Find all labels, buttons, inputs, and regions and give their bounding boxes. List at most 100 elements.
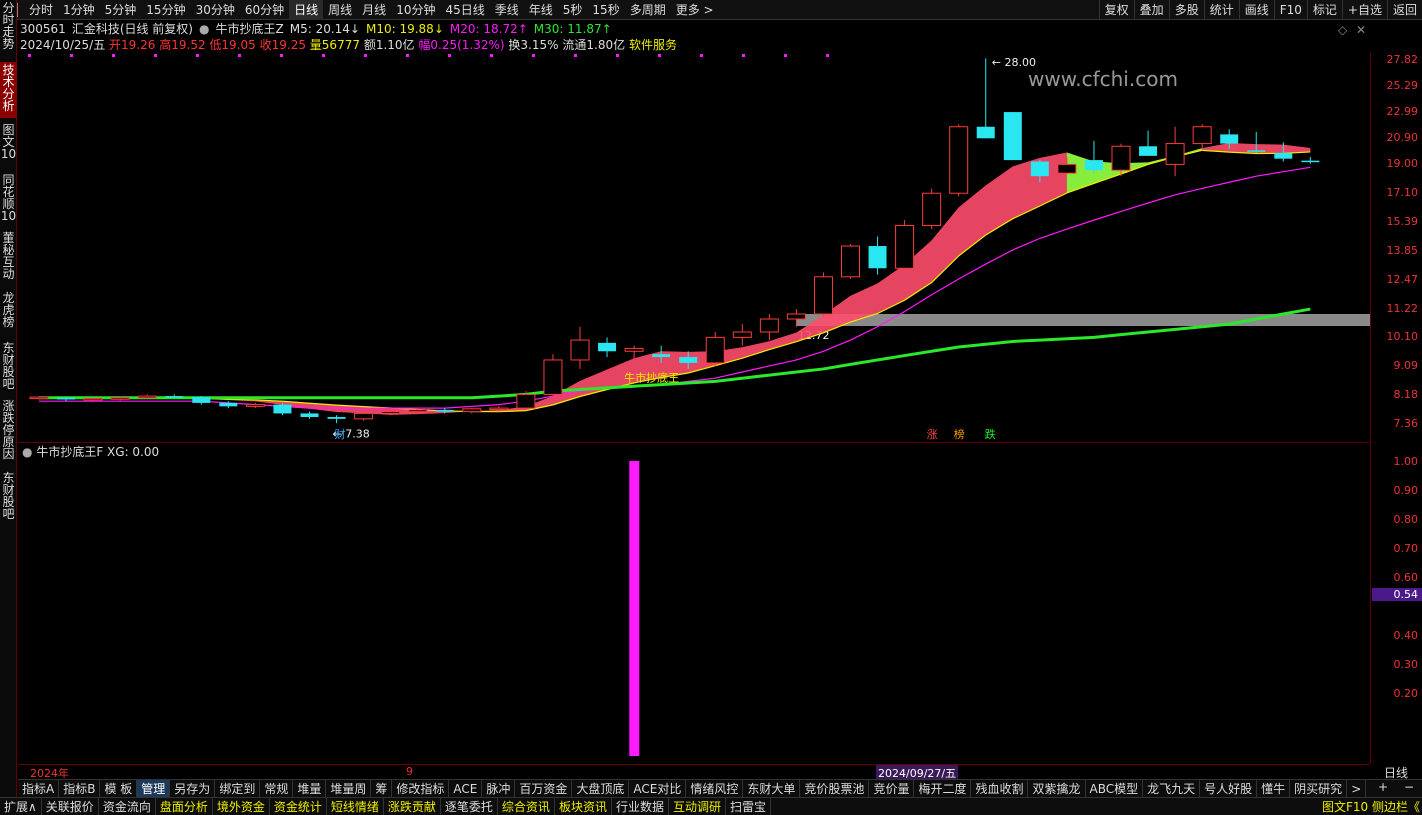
bottom-tab-1[interactable]: 关联报价 — [42, 798, 99, 815]
tool-0[interactable]: 复权 — [1098, 0, 1134, 20]
signal-dot — [700, 54, 703, 57]
side-tab-0[interactable]: 分时走势 — [0, 0, 17, 58]
bottom-tab-8[interactable]: 逐笔委托 — [441, 798, 498, 815]
price-tick-2: 22.99 — [1386, 105, 1419, 119]
side-tab-4[interactable]: 董秘互动 — [0, 230, 17, 282]
tool-5[interactable]: F10 — [1273, 0, 1307, 20]
period-12[interactable]: 年线 — [524, 0, 558, 20]
indicator-tab-5[interactable]: 绑定到 — [215, 780, 261, 797]
indicator-tab-2[interactable]: 模 板 — [100, 780, 138, 797]
period-6[interactable]: 日线 — [289, 0, 324, 20]
diamond-icon[interactable]: ◇ — [1338, 23, 1347, 37]
bottom-tab-4[interactable]: 境外资金 — [213, 798, 270, 815]
indicator-dot-icon[interactable]: ● — [199, 22, 209, 36]
period-9[interactable]: 10分钟 — [391, 0, 440, 20]
candle-body — [705, 336, 725, 364]
period-5[interactable]: 60分钟 — [240, 0, 289, 20]
tool-6[interactable]: 标记 — [1306, 0, 1342, 20]
side-tab-2[interactable]: 图文10 — [0, 122, 17, 166]
signal-dot — [490, 54, 493, 57]
bottom-tab-10[interactable]: 板块资讯 — [555, 798, 612, 815]
tool-7[interactable]: +自选 — [1341, 0, 1387, 20]
indicator-tab-25[interactable]: 号人好股 — [1200, 780, 1258, 797]
bottom-tab-13[interactable]: 扫雷宝 — [726, 798, 771, 815]
indicator-tab-26[interactable]: 懂牛 — [1257, 780, 1291, 797]
tool-2[interactable]: 多股 — [1168, 0, 1204, 20]
tool-4[interactable]: 画线 — [1238, 0, 1274, 20]
indicator-tab-4[interactable]: 另存为 — [170, 780, 216, 797]
indicator-tab-0[interactable]: 指标A — [18, 780, 60, 797]
bottom-tab-3[interactable]: 盘面分析 — [156, 798, 213, 815]
bottom-tabbar: 扩展∧ 关联报价 资金流向 盘面分析 境外资金 资金统计 短线情绪 涨跌贡献 逐笔委托 综合资讯板… — [0, 797, 1422, 815]
sub-indicator-chart[interactable] — [18, 442, 1370, 764]
side-tab-1[interactable]: 技术分析 — [0, 62, 17, 118]
indicator-tab-7[interactable]: 堆量 — [293, 780, 327, 797]
period-16[interactable]: 更多 > — [671, 0, 719, 20]
bottom-tab-12[interactable]: 互动调研 — [669, 798, 726, 815]
indicator-tab-27[interactable]: 阴买研究 — [1290, 780, 1348, 797]
zoom-in-button[interactable]: + — [1378, 780, 1388, 794]
period-10[interactable]: 45日线 — [440, 0, 489, 20]
bottom-tab-5[interactable]: 资金统计 — [270, 798, 327, 815]
side-tab-6[interactable]: 东财股吧 — [0, 340, 17, 394]
side-tab-7[interactable]: 涨跌停原因 — [0, 398, 17, 460]
indicator-tab-14[interactable]: 大盘顶底 — [572, 780, 630, 797]
bottom-tab-0[interactable]: 扩展∧ — [0, 798, 42, 815]
period-0[interactable]: 分时 — [24, 0, 58, 20]
tool-1[interactable]: 叠加 — [1133, 0, 1169, 20]
zoom-out-button[interactable]: − — [1404, 780, 1414, 794]
period-11[interactable]: 季线 — [490, 0, 524, 20]
indicator-tab-10[interactable]: 修改指标 — [392, 780, 450, 797]
indicator-tab-8[interactable]: 堆量周 — [326, 780, 372, 797]
indicator-tab-21[interactable]: 残血收割 — [971, 780, 1029, 797]
indicator-tab-19[interactable]: 竞价量 — [869, 780, 915, 797]
period-7[interactable]: 周线 — [323, 0, 357, 20]
indicator-tab-16[interactable]: 情绪风控 — [686, 780, 744, 797]
indicator-tab-23[interactable]: ABC模型 — [1086, 780, 1144, 797]
indicator-tab-13[interactable]: 百万资金 — [515, 780, 573, 797]
period-1[interactable]: 1分钟 — [58, 0, 100, 20]
indicator-tab-18[interactable]: 竞价股票池 — [800, 780, 870, 797]
period-14[interactable]: 15秒 — [587, 0, 624, 20]
period-8[interactable]: 月线 — [357, 0, 391, 20]
bottom-tab-11[interactable]: 行业数据 — [612, 798, 669, 815]
tool-3[interactable]: 统计 — [1203, 0, 1239, 20]
indicator-tab-3[interactable]: 管理 — [137, 780, 171, 797]
indicator-tab-15[interactable]: ACE对比 — [629, 780, 687, 797]
indicator-tabbar: 指标A 指标B 模 板管理 另存为 绑定到 常规 堆量 堆量周筹修改指标 ACE 脉冲 百万资金 大盘… — [18, 779, 1422, 797]
indicator-tab-9[interactable]: 筹 — [371, 780, 393, 797]
sidebar-toggle[interactable]: 图文F10 侧边栏《 — [1322, 798, 1420, 815]
period-13[interactable]: 5秒 — [558, 0, 588, 20]
indicator-tab-12[interactable]: 脉冲 — [482, 780, 516, 797]
quote-sector[interactable]: 软件服务 — [629, 38, 677, 52]
sub-tick-7: 0.30 — [1393, 658, 1419, 671]
indicator-tab-6[interactable]: 常规 — [260, 780, 294, 797]
candle-body — [570, 339, 590, 361]
signal-dot — [322, 54, 325, 57]
indicator-tab-1[interactable]: 指标B — [59, 780, 101, 797]
kline-chart[interactable]: 12.72← 28.00← 7.38牛市抄底王财涨榜跌www.cfchi.com — [18, 52, 1370, 442]
indicator-tab-17[interactable]: 东财大单 — [743, 780, 801, 797]
side-tab-5[interactable]: 龙虎榜 — [0, 290, 17, 334]
tool-8[interactable]: 返回 — [1386, 0, 1422, 20]
bottom-tab-2[interactable]: 资金流向 — [99, 798, 156, 815]
quote-open: 开19.26 — [109, 38, 156, 52]
bottom-tab-7[interactable]: 涨跌贡献 — [384, 798, 441, 815]
candle-body — [949, 126, 969, 194]
sub-tick-4: 0.60 — [1393, 571, 1419, 584]
indicator-tab-28[interactable]: > — [1347, 780, 1367, 797]
period-15[interactable]: 多周期 — [625, 0, 671, 20]
indicator-tab-22[interactable]: 双紫擒龙 — [1028, 780, 1086, 797]
bottom-tab-6[interactable]: 短线情绪 — [327, 798, 384, 815]
indicator-tab-11[interactable]: ACE — [449, 780, 483, 797]
indicator-tab-24[interactable]: 龙飞九天 — [1143, 780, 1201, 797]
bottom-tab-9[interactable]: 综合资讯 — [498, 798, 555, 815]
indicator-tab-20[interactable]: 梅开二度 — [914, 780, 972, 797]
side-tab-8[interactable]: 东财股吧 — [0, 470, 17, 522]
signal-dot — [28, 54, 31, 57]
period-3[interactable]: 15分钟 — [141, 0, 190, 20]
side-tab-3[interactable]: 同花顺10 — [0, 172, 17, 224]
close-icon[interactable]: ✕ — [1356, 23, 1366, 37]
period-4[interactable]: 30分钟 — [191, 0, 240, 20]
period-2[interactable]: 5分钟 — [100, 0, 142, 20]
